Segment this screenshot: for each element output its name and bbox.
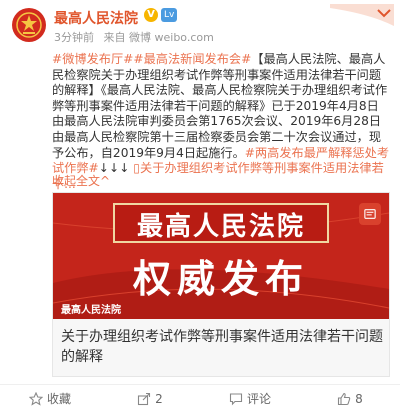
like-count: 8	[355, 391, 363, 406]
chevron-up-icon: ^	[100, 174, 111, 188]
level-badge: Lv	[161, 8, 178, 22]
topic-tag-1[interactable]: #微博发布厅#	[52, 52, 133, 66]
card-title[interactable]: 关于办理组织考试作弊等刑事案件适用法律若干问题的解释	[61, 327, 383, 367]
topic-tag-2[interactable]: #最高法新闻发布会#	[133, 52, 251, 66]
avatar[interactable]	[12, 8, 46, 42]
card-source-label: 最高人民法院	[61, 305, 121, 316]
post-header: 最高人民法院 V Lv 3分钟前 来自 微博 weibo.com	[0, 0, 400, 50]
article-link-icon[interactable]: ▯	[133, 161, 140, 175]
post-menu-button[interactable]	[330, 4, 394, 26]
verified-icon: V	[144, 8, 158, 22]
post-time: 3分钟前	[54, 31, 94, 44]
collapse-label: 收起全文	[52, 174, 101, 188]
action-bar: 收藏 2 评论 8	[0, 384, 400, 412]
comment-label: 评论	[246, 392, 271, 406]
post-source: 来自 微博 weibo.com	[103, 31, 214, 44]
thumbs-up-icon	[338, 392, 351, 405]
media-icon[interactable]	[359, 203, 381, 225]
comment-button[interactable]: 评论	[200, 385, 300, 412]
article-cover-image: 最高人民法院 权威发布 最高人民法院	[53, 193, 389, 319]
comment-icon	[229, 392, 243, 405]
star-icon	[28, 391, 43, 406]
favorite-button[interactable]: 收藏	[0, 385, 100, 412]
post-body-text: 【最高人民法院、最高人民检察院关于办理组织考试作弊等刑事案件适用法律若干问题的解…	[52, 52, 388, 160]
banner-top-text: 最高人民法院	[136, 212, 305, 242]
share-icon	[138, 392, 151, 405]
favorite-label: 收藏	[46, 392, 71, 406]
like-button[interactable]: 8	[300, 385, 400, 412]
collapse-button[interactable]: 收起全文^	[52, 172, 110, 189]
article-card[interactable]: 最高人民法院 权威发布 最高人民法院 关于办理组织考试作弊等刑事案件适用法律若干…	[52, 192, 390, 377]
account-name[interactable]: 最高人民法院	[54, 8, 138, 28]
post-meta: 3分钟前 来自 微博 weibo.com	[54, 29, 220, 45]
share-count: 2	[155, 391, 163, 406]
share-button[interactable]: 2	[100, 385, 200, 412]
court-emblem-icon	[13, 9, 45, 41]
account-badges: V Lv	[144, 8, 178, 22]
banner-big-text: 权威发布	[132, 257, 309, 301]
